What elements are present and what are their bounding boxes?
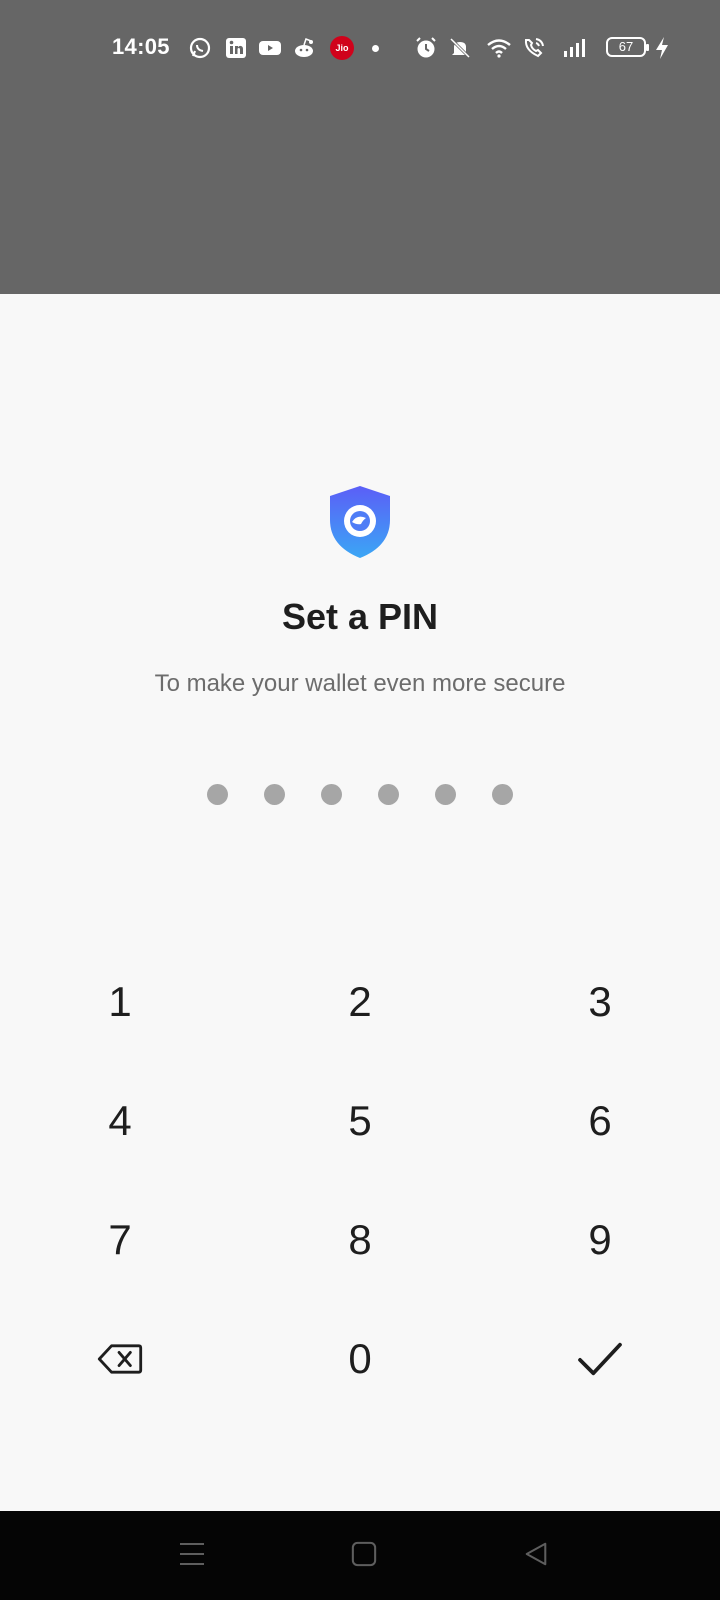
reddit-icon bbox=[292, 36, 316, 60]
confirm-button[interactable] bbox=[530, 1309, 670, 1409]
menu-icon bbox=[178, 1541, 206, 1572]
mute-icon bbox=[448, 36, 472, 60]
dimmed-overlay: 14:05 Jio 67 bbox=[0, 0, 720, 294]
battery-icon: 67 bbox=[606, 37, 649, 57]
youtube-icon bbox=[258, 36, 282, 60]
key-8[interactable]: 8 bbox=[290, 1190, 430, 1290]
shield-icon bbox=[326, 484, 394, 560]
pin-dot bbox=[435, 784, 456, 805]
key-2[interactable]: 2 bbox=[290, 952, 430, 1052]
back-icon bbox=[523, 1541, 549, 1572]
menu-button[interactable] bbox=[167, 1531, 217, 1581]
key-3[interactable]: 3 bbox=[530, 952, 670, 1052]
back-button[interactable] bbox=[511, 1531, 561, 1581]
home-button[interactable] bbox=[339, 1531, 389, 1581]
keypad-row: 4 5 6 bbox=[0, 1071, 720, 1190]
pin-dot bbox=[207, 784, 228, 805]
status-time: 14:05 bbox=[112, 34, 170, 59]
pin-dot bbox=[264, 784, 285, 805]
jio-icon: Jio bbox=[330, 36, 354, 60]
key-7[interactable]: 7 bbox=[50, 1190, 190, 1290]
numeric-keypad: 1 2 3 4 5 6 7 8 9 0 bbox=[0, 952, 720, 1428]
pin-setup-screen: 14:05 Jio 67 Set a PIN To make your wall… bbox=[0, 0, 720, 1600]
pin-dot bbox=[492, 784, 513, 805]
charging-icon bbox=[654, 36, 670, 60]
pin-setup-content: Set a PIN To make your wallet even more … bbox=[0, 294, 720, 1511]
keypad-row: 1 2 3 bbox=[0, 952, 720, 1071]
backspace-icon bbox=[97, 1343, 143, 1375]
alarm-icon bbox=[414, 36, 438, 60]
more-notifications-dot bbox=[372, 45, 379, 52]
keypad-row: 7 8 9 bbox=[0, 1190, 720, 1309]
keypad-row: 0 bbox=[0, 1309, 720, 1428]
backspace-button[interactable] bbox=[50, 1309, 190, 1409]
navigation-bar bbox=[0, 1511, 720, 1600]
whatsapp-icon bbox=[188, 36, 212, 60]
wifi-icon bbox=[487, 36, 511, 60]
page-subtitle: To make your wallet even more secure bbox=[154, 670, 566, 697]
signal-icon bbox=[562, 36, 586, 60]
home-icon bbox=[351, 1541, 377, 1572]
key-5[interactable]: 5 bbox=[290, 1071, 430, 1171]
linkedin-icon bbox=[224, 36, 248, 60]
key-9[interactable]: 9 bbox=[530, 1190, 670, 1290]
pin-dot bbox=[321, 784, 342, 805]
page-title: Set a PIN bbox=[281, 596, 439, 637]
key-6[interactable]: 6 bbox=[530, 1071, 670, 1171]
wifi-calling-icon bbox=[522, 36, 546, 60]
pin-indicator bbox=[207, 784, 513, 806]
key-1[interactable]: 1 bbox=[50, 952, 190, 1052]
checkmark-icon bbox=[577, 1340, 623, 1378]
key-0[interactable]: 0 bbox=[290, 1309, 430, 1409]
key-4[interactable]: 4 bbox=[50, 1071, 190, 1171]
status-bar: 14:05 Jio 67 bbox=[0, 28, 720, 68]
pin-dot bbox=[378, 784, 399, 805]
